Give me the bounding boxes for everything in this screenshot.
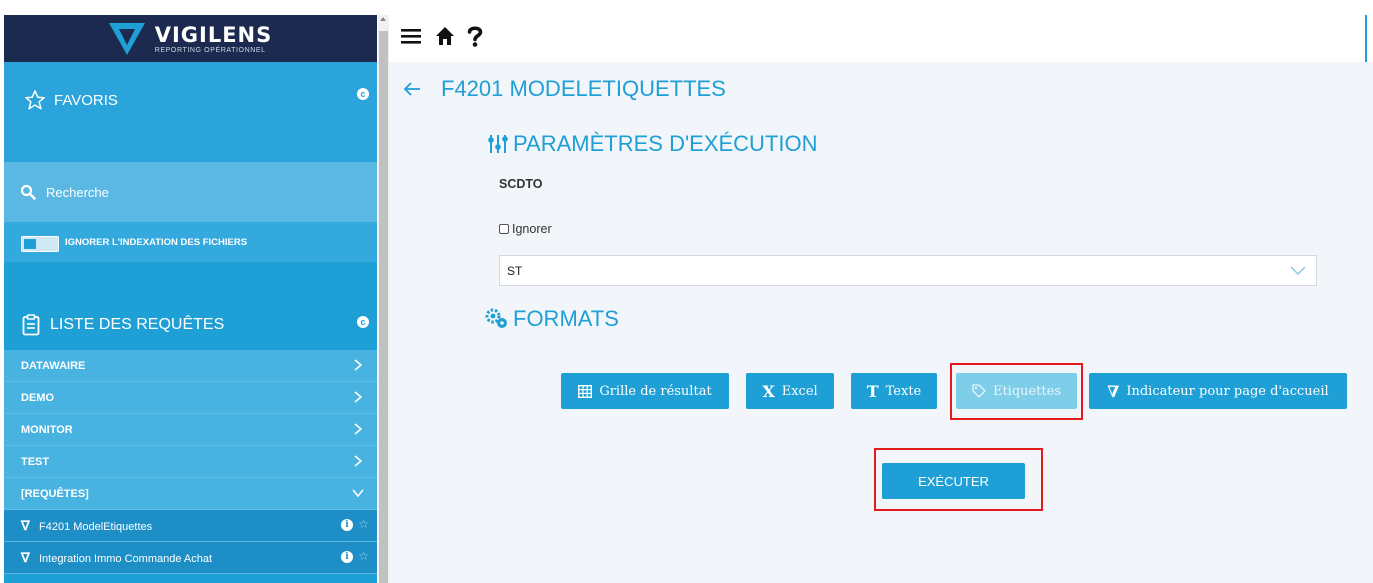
sidebar-group-demo[interactable]: DEMO bbox=[4, 382, 377, 414]
sidebar-group-test[interactable]: TEST bbox=[4, 446, 377, 478]
format-label: Indicateur pour page d'accueil bbox=[1126, 383, 1329, 399]
ignore-indexation-label: IGNORER L'INDEXATION DES FICHIERS bbox=[65, 237, 248, 248]
chevron-right-icon bbox=[354, 423, 363, 435]
vigilens-v-icon: ∇ bbox=[21, 518, 30, 533]
group-label: [REQUÊTES] bbox=[21, 488, 89, 500]
group-label: DEMO bbox=[21, 392, 54, 404]
params-section-title: PARAMÈTRES D'EXÉCUTION bbox=[487, 131, 818, 157]
ignore-checkbox-row[interactable]: Ignorer bbox=[499, 222, 552, 236]
favoris-section: FAVORIS c bbox=[4, 62, 377, 162]
ignore-checkbox[interactable] bbox=[499, 224, 509, 234]
liste-requetes-section: LISTE DES REQUÊTES c bbox=[4, 262, 377, 350]
highlight-box-etiquettes bbox=[950, 363, 1083, 420]
sliders-icon bbox=[488, 135, 508, 153]
sidebar-item-f4201[interactable]: ∇ F4201 ModelEtiquettes i ☆ bbox=[4, 510, 377, 542]
field-label-scdto: SCDTO bbox=[499, 177, 543, 191]
scroll-up-arrow-icon[interactable] bbox=[380, 17, 386, 21]
text-t-icon: T bbox=[866, 381, 879, 401]
top-bar bbox=[389, 15, 1367, 62]
vigilens-v-icon: ∇ bbox=[1107, 381, 1120, 401]
format-label: Grille de résultat bbox=[599, 383, 712, 399]
ignore-indexation-toggle[interactable] bbox=[21, 236, 59, 252]
info-icon[interactable]: i bbox=[341, 519, 353, 531]
vigilens-logo-icon bbox=[108, 22, 145, 55]
star-icon[interactable]: ☆ bbox=[358, 517, 369, 531]
page-header: F4201 MODELETIQUETTES bbox=[403, 76, 726, 102]
chevron-down-icon bbox=[1290, 266, 1306, 276]
search-header[interactable]: Recherche bbox=[20, 184, 109, 200]
toggle-knob bbox=[24, 239, 36, 249]
favoris-label: FAVORIS bbox=[54, 91, 118, 109]
format-label: Texte bbox=[885, 383, 922, 399]
sidebar: VIGILENS REPORTING OPÉRATIONNEL FAVORIS … bbox=[4, 15, 377, 583]
sidebar-group-monitor[interactable]: MONITOR bbox=[4, 414, 377, 446]
cogs-icon bbox=[485, 308, 507, 328]
vigilens-v-icon: ∇ bbox=[21, 550, 30, 565]
format-indicateur-button[interactable]: ∇ Indicateur pour page d'accueil bbox=[1089, 373, 1347, 409]
home-icon[interactable] bbox=[435, 26, 455, 46]
search-section[interactable]: Recherche bbox=[4, 162, 377, 222]
format-texte-button[interactable]: T Texte bbox=[851, 373, 937, 409]
liste-requetes-label: LISTE DES REQUÊTES bbox=[50, 316, 225, 333]
logo-bar[interactable]: VIGILENS REPORTING OPÉRATIONNEL bbox=[4, 15, 377, 62]
item-label: Integration Immo Commande Achat bbox=[39, 553, 213, 565]
formats-title-text: FORMATS bbox=[513, 306, 619, 331]
params-title-text: PARAMÈTRES D'EXÉCUTION bbox=[513, 131, 818, 156]
scdto-select[interactable]: ST bbox=[499, 255, 1317, 286]
page-title: F4201 MODELETIQUETTES bbox=[441, 76, 726, 101]
search-icon bbox=[20, 184, 36, 200]
back-arrow-icon[interactable] bbox=[403, 82, 421, 96]
formats-section-title: FORMATS bbox=[485, 306, 619, 332]
app-root: VIGILENS REPORTING OPÉRATIONNEL FAVORIS … bbox=[0, 0, 1373, 583]
liste-requetes-header[interactable]: LISTE DES REQUÊTES bbox=[22, 314, 224, 336]
clipboard-icon bbox=[22, 314, 40, 336]
chevron-down-icon bbox=[352, 489, 364, 498]
star-outline-icon bbox=[25, 90, 45, 110]
chevron-right-icon bbox=[354, 359, 363, 371]
grid-icon bbox=[578, 384, 593, 398]
top-bar-icons bbox=[401, 25, 483, 47]
highlight-box-execute bbox=[874, 448, 1043, 511]
ignore-checkbox-label: Ignorer bbox=[512, 222, 552, 236]
item-label: F4201 ModelEtiquettes bbox=[39, 521, 153, 533]
brand-tagline: REPORTING OPÉRATIONNEL bbox=[154, 46, 266, 54]
chevron-right-icon bbox=[354, 391, 363, 403]
ignore-indexation-row: IGNORER L'INDEXATION DES FICHIERS bbox=[4, 222, 377, 262]
star-icon[interactable]: ☆ bbox=[358, 549, 369, 563]
group-label: DATAWAIRE bbox=[21, 360, 86, 372]
liste-collapse-icon[interactable]: c bbox=[357, 316, 369, 328]
main-content: F4201 MODELETIQUETTES PARAMÈTRES D'EXÉCU… bbox=[389, 62, 1373, 583]
menu-icon[interactable] bbox=[401, 27, 423, 45]
excel-x-icon: X bbox=[762, 381, 775, 401]
sidebar-scrollbar[interactable] bbox=[378, 15, 389, 583]
help-icon[interactable] bbox=[467, 25, 483, 47]
select-value: ST bbox=[507, 264, 523, 278]
logo-text: VIGILENS REPORTING OPÉRATIONNEL bbox=[155, 24, 273, 54]
chevron-right-icon bbox=[354, 455, 363, 467]
sidebar-item-integration-immo[interactable]: ∇ Integration Immo Commande Achat i ☆ bbox=[4, 542, 377, 574]
favoris-collapse-icon[interactable]: c bbox=[357, 88, 369, 100]
brand-name: VIGILENS bbox=[154, 22, 273, 47]
sidebar-group-requetes[interactable]: [REQUÊTES] bbox=[4, 478, 377, 510]
group-label: TEST bbox=[21, 456, 50, 468]
search-label: Recherche bbox=[46, 184, 109, 200]
format-label: Excel bbox=[781, 383, 818, 399]
scrollbar-thumb[interactable] bbox=[379, 31, 388, 583]
favoris-header[interactable]: FAVORIS bbox=[24, 89, 118, 111]
sidebar-group-datawaire[interactable]: DATAWAIRE bbox=[4, 350, 377, 382]
format-grille-button[interactable]: Grille de résultat bbox=[561, 373, 729, 409]
format-excel-button[interactable]: X Excel bbox=[746, 373, 834, 409]
group-label: MONITOR bbox=[21, 424, 73, 436]
info-icon[interactable]: i bbox=[341, 551, 353, 563]
